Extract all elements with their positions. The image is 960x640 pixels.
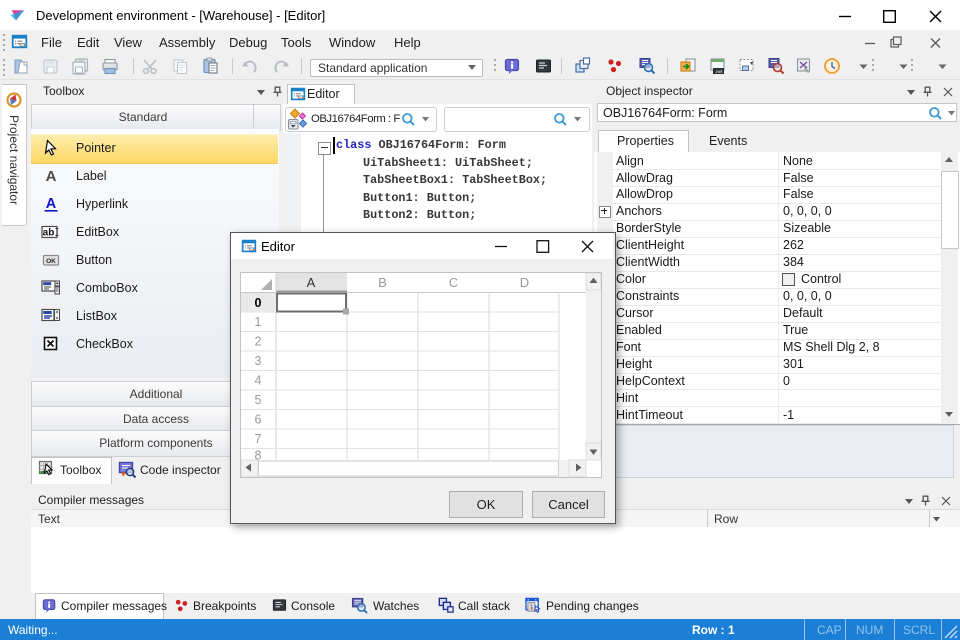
svg-text:D: D <box>520 275 529 290</box>
svg-text:OK: OK <box>46 258 56 265</box>
svg-text:A: A <box>46 196 57 212</box>
svg-text:4: 4 <box>255 374 262 388</box>
svg-text:B: B <box>378 275 387 290</box>
svg-text:A: A <box>46 168 57 185</box>
svg-text:C: C <box>449 275 458 290</box>
svg-text:2: 2 <box>255 335 262 349</box>
svg-text:0: 0 <box>255 296 262 310</box>
svg-text:6: 6 <box>255 413 262 427</box>
svg-text:1: 1 <box>255 315 262 329</box>
svg-text:A: A <box>307 275 316 290</box>
svg-text:ab: ab <box>43 228 55 239</box>
svg-text:7: 7 <box>255 432 262 446</box>
svg-text:3: 3 <box>255 354 262 368</box>
svg-text:.net: .net <box>715 69 723 74</box>
svg-text:5: 5 <box>255 393 262 407</box>
